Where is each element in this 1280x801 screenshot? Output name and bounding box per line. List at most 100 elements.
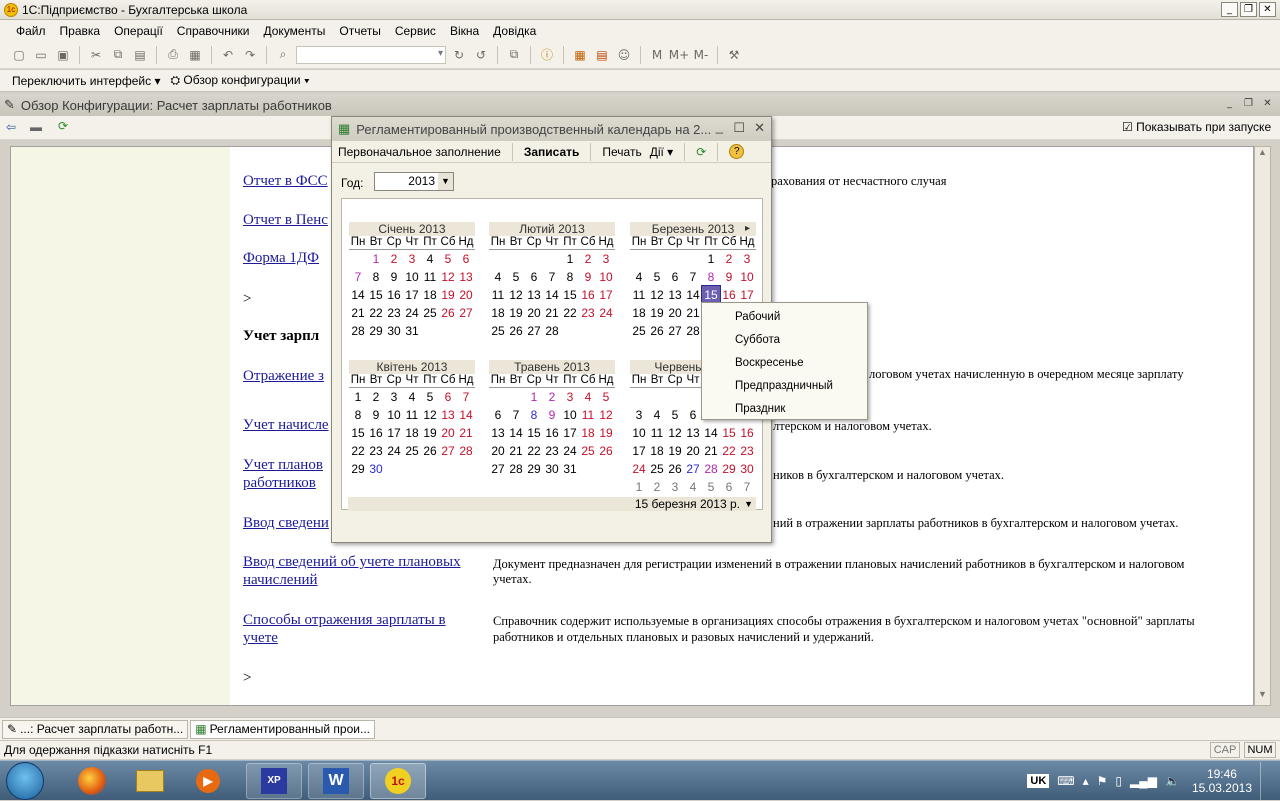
- calculator-icon[interactable]: ▦: [571, 46, 589, 64]
- day-cell[interactable]: 15: [561, 286, 579, 304]
- link-reflection-methods[interactable]: Способы отражения зарплаты в: [243, 611, 446, 629]
- next-month-day[interactable]: 2: [648, 478, 666, 496]
- home-icon[interactable]: ▬: [30, 120, 42, 134]
- day-cell[interactable]: 4: [648, 406, 666, 424]
- day-cell[interactable]: 17: [403, 286, 421, 304]
- day-cell[interactable]: 10: [738, 268, 756, 286]
- day-cell[interactable]: 18: [630, 304, 648, 322]
- search-input[interactable]: [296, 45, 446, 64]
- day-cell[interactable]: 26: [439, 304, 457, 322]
- day-cell[interactable]: 8: [349, 406, 367, 424]
- day-cell[interactable]: 29: [525, 460, 543, 478]
- initial-fill-button[interactable]: Первоначальное заполнение: [338, 145, 501, 159]
- day-cell[interactable]: 25: [630, 322, 648, 340]
- day-cell[interactable]: 8: [367, 268, 385, 286]
- day-cell[interactable]: 21: [507, 442, 525, 460]
- refresh-icon[interactable]: ⟳: [696, 145, 706, 159]
- windows-icon[interactable]: ⧉: [505, 46, 523, 64]
- day-cell[interactable]: 4: [579, 388, 597, 406]
- day-cell[interactable]: 11: [421, 268, 439, 286]
- menu-pre-holiday[interactable]: Предпраздничный: [702, 375, 867, 398]
- minimize-button[interactable]: _: [1221, 2, 1238, 17]
- day-cell[interactable]: 25: [421, 304, 439, 322]
- day-cell[interactable]: 28: [543, 322, 561, 340]
- day-cell[interactable]: 21: [702, 442, 720, 460]
- day-cell[interactable]: 27: [457, 304, 475, 322]
- refresh-icon[interactable]: ⟳: [58, 119, 68, 133]
- day-cell[interactable]: 25: [489, 322, 507, 340]
- day-cell[interactable]: 28: [684, 322, 702, 340]
- day-cell[interactable]: 3: [597, 250, 615, 268]
- volume-icon[interactable]: 🔈: [1165, 774, 1180, 788]
- day-cell[interactable]: 8: [561, 268, 579, 286]
- day-cell[interactable]: 14: [349, 286, 367, 304]
- overview-close-button[interactable]: ✕: [1259, 97, 1276, 112]
- day-cell[interactable]: 12: [648, 286, 666, 304]
- day-cell[interactable]: 13: [666, 286, 684, 304]
- day-cell[interactable]: 20: [666, 304, 684, 322]
- day-cell[interactable]: 31: [561, 460, 579, 478]
- day-cell[interactable]: 9: [720, 268, 738, 286]
- day-cell[interactable]: 28: [349, 322, 367, 340]
- day-cell[interactable]: 13: [684, 424, 702, 442]
- day-cell[interactable]: 24: [403, 304, 421, 322]
- day-cell[interactable]: 10: [597, 268, 615, 286]
- day-cell[interactable]: 27: [439, 442, 457, 460]
- menu-windows[interactable]: Вікна: [450, 24, 479, 38]
- show-on-start-checkbox[interactable]: ☑ Показывать при запуске: [1122, 120, 1271, 134]
- next-month-day[interactable]: 7: [738, 478, 756, 496]
- day-cell[interactable]: 22: [720, 442, 738, 460]
- day-cell[interactable]: 10: [561, 406, 579, 424]
- day-cell[interactable]: 4: [403, 388, 421, 406]
- next-month-day[interactable]: 1: [630, 478, 648, 496]
- day-cell[interactable]: 29: [720, 460, 738, 478]
- day-cell[interactable]: 12: [421, 406, 439, 424]
- calendar-footer[interactable]: 15 березня 2013 р. ▼: [348, 497, 756, 511]
- day-cell[interactable]: 28: [507, 460, 525, 478]
- day-cell[interactable]: 21: [684, 304, 702, 322]
- day-cell[interactable]: 2: [543, 388, 561, 406]
- day-cell[interactable]: 15: [720, 424, 738, 442]
- day-cell[interactable]: 24: [385, 442, 403, 460]
- switch-interface-button[interactable]: Переключить интерфейс ▾: [12, 74, 160, 88]
- next-month-day[interactable]: 3: [666, 478, 684, 496]
- day-cell[interactable]: 14: [684, 286, 702, 304]
- day-cell[interactable]: 27: [666, 322, 684, 340]
- day-cell[interactable]: 11: [648, 424, 666, 442]
- day-cell[interactable]: 6: [684, 406, 702, 424]
- link-form-1df[interactable]: Форма 1ДФ: [243, 249, 319, 267]
- day-cell[interactable]: 9: [579, 268, 597, 286]
- day-cell[interactable]: 30: [543, 460, 561, 478]
- day-cell[interactable]: 2: [579, 250, 597, 268]
- day-cell[interactable]: 5: [421, 388, 439, 406]
- day-cell[interactable]: 26: [507, 322, 525, 340]
- menu-sunday[interactable]: Воскресенье: [702, 352, 867, 375]
- save-icon[interactable]: ▣: [54, 46, 72, 64]
- maximize-button[interactable]: ❐: [1240, 2, 1257, 17]
- task-calendar[interactable]: ▦ Регламентированный прои...: [190, 719, 375, 739]
- day-cell[interactable]: 10: [385, 406, 403, 424]
- day-cell[interactable]: 9: [543, 406, 561, 424]
- day-cell[interactable]: 26: [421, 442, 439, 460]
- day-cell[interactable]: 17: [561, 424, 579, 442]
- memory-m-icon[interactable]: M: [648, 46, 666, 64]
- day-cell[interactable]: 15: [525, 424, 543, 442]
- day-cell[interactable]: 5: [648, 268, 666, 286]
- link-planned-accruals[interactable]: Ввод сведений об учете плановых: [243, 553, 461, 571]
- print-button[interactable]: Печать: [602, 145, 641, 159]
- day-cell[interactable]: 21: [457, 424, 475, 442]
- day-cell[interactable]: 24: [597, 304, 615, 322]
- day-cell[interactable]: 15: [367, 286, 385, 304]
- day-cell[interactable]: 17: [385, 424, 403, 442]
- day-cell[interactable]: 19: [421, 424, 439, 442]
- day-cell[interactable]: 5: [597, 388, 615, 406]
- explorer-icon[interactable]: [122, 763, 178, 799]
- day-cell[interactable]: 27: [684, 460, 702, 478]
- day-cell[interactable]: 22: [367, 304, 385, 322]
- next-month-day[interactable]: 5: [702, 478, 720, 496]
- info-icon[interactable]: ⓘ: [538, 46, 556, 64]
- day-cell[interactable]: 3: [403, 250, 421, 268]
- day-cell[interactable]: 2: [720, 250, 738, 268]
- day-cell[interactable]: 21: [543, 304, 561, 322]
- day-cell[interactable]: 14: [543, 286, 561, 304]
